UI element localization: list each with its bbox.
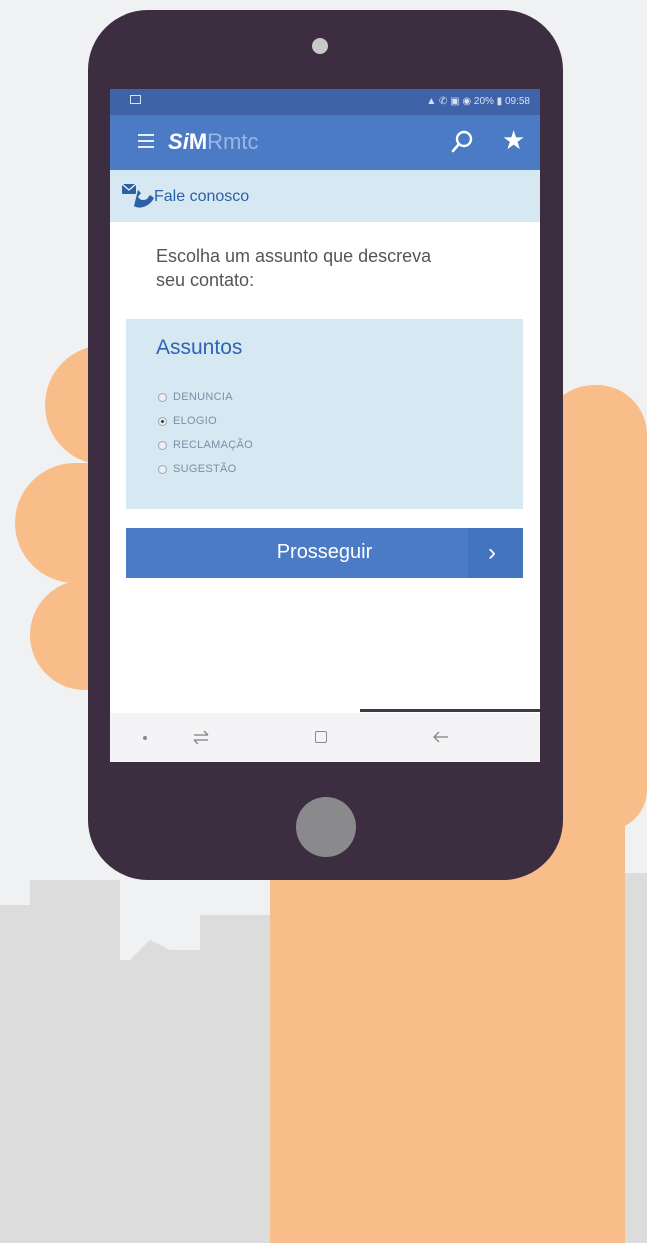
logo-s: S bbox=[168, 129, 183, 154]
subject-option-reclamacao[interactable]: RECLAMAÇÃO bbox=[158, 433, 253, 457]
arrow-glyph: › bbox=[488, 539, 496, 566]
radio-button[interactable] bbox=[158, 440, 167, 450]
phone-screen: ▲ ✆ ▣ ◉ 20% ▮ 09:58 SiMRmtc ★ Fale conos… bbox=[110, 89, 540, 762]
proceed-label: Prosseguir bbox=[276, 541, 373, 563]
subjects-title: Assuntos bbox=[156, 336, 243, 359]
search-icon[interactable] bbox=[450, 129, 474, 155]
subjects-list: DENUNCIA ELOGIO RECLAMAÇÃO SUGESTÃO bbox=[158, 385, 253, 481]
recent-apps-icon[interactable] bbox=[192, 729, 210, 745]
star-icon[interactable]: ★ bbox=[502, 127, 525, 153]
option-label: DENUNCIA bbox=[173, 391, 233, 403]
chevron-right-icon: › bbox=[468, 528, 523, 578]
logo-m: M bbox=[188, 129, 208, 154]
app-logo: SiMRmtc bbox=[168, 129, 258, 155]
status-indicators: ▲ ✆ ▣ ◉ 20% ▮ 09:58 bbox=[426, 96, 530, 107]
subject-option-sugestao[interactable]: SUGESTÃO bbox=[158, 457, 253, 481]
divider-line bbox=[360, 709, 540, 712]
prompt-text: Escolha um assunto que descreva seu cont… bbox=[156, 246, 432, 290]
option-label: ELOGIO bbox=[173, 415, 217, 427]
menu-icon[interactable] bbox=[138, 134, 154, 148]
app-bar: SiMRmtc ★ bbox=[110, 115, 540, 170]
contact-icon bbox=[121, 183, 154, 208]
subject-option-elogio[interactable]: ELOGIO bbox=[158, 409, 253, 433]
radio-button-selected[interactable] bbox=[158, 416, 167, 426]
option-label: SUGESTÃO bbox=[173, 463, 237, 475]
phone-home-button[interactable] bbox=[296, 797, 356, 857]
section-header: Fale conosco bbox=[110, 170, 540, 222]
proceed-button[interactable]: Prosseguir › bbox=[126, 528, 523, 578]
radio-button[interactable] bbox=[158, 464, 167, 474]
back-icon[interactable] bbox=[432, 728, 450, 746]
home-icon[interactable] bbox=[315, 731, 327, 743]
option-label: RECLAMAÇÃO bbox=[173, 439, 254, 451]
logo-subtitle: Rmtc bbox=[207, 129, 259, 154]
gallery-icon bbox=[130, 95, 141, 104]
nav-dot-icon[interactable] bbox=[143, 736, 147, 740]
phone-camera bbox=[312, 38, 328, 54]
subjects-panel: Assuntos DENUNCIA ELOGIO RECLAMAÇÃO SUGE… bbox=[126, 319, 523, 509]
android-nav-bar bbox=[110, 713, 540, 762]
section-title: Fale conosco bbox=[154, 188, 250, 205]
subject-option-denuncia[interactable]: DENUNCIA bbox=[158, 385, 253, 409]
status-bar: ▲ ✆ ▣ ◉ 20% ▮ 09:58 bbox=[110, 89, 540, 115]
radio-button[interactable] bbox=[158, 392, 167, 402]
